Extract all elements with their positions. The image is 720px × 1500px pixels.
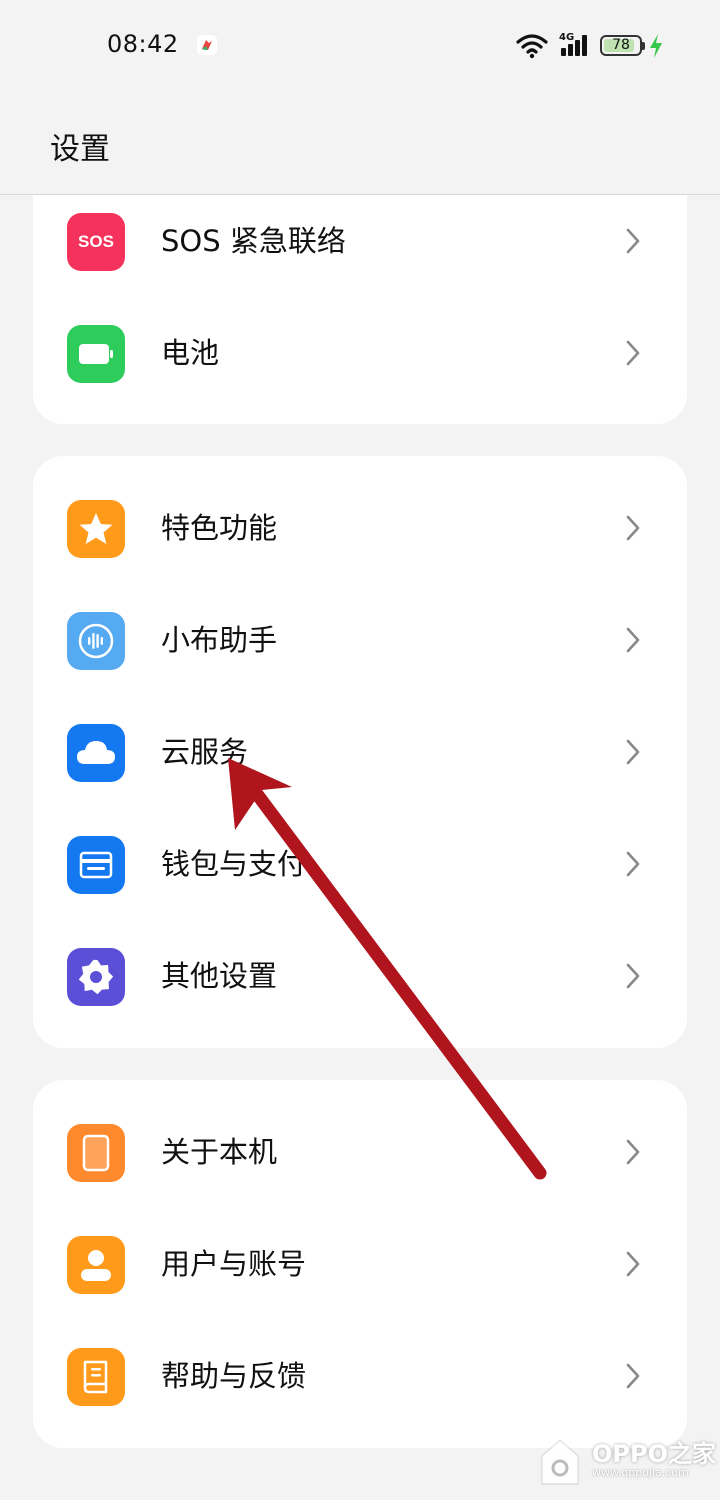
status-time: 08:42 <box>107 30 179 58</box>
chevron-right-icon <box>626 851 640 877</box>
settings-item-account[interactable]: 用户与账号 <box>33 1208 687 1320</box>
settings-item-label: 特色功能 <box>161 511 278 545</box>
battery-cap <box>642 42 645 50</box>
settings-item-label: 钱包与支付 <box>161 847 307 881</box>
settings-item-label: SOS 紧急联络 <box>161 224 346 258</box>
battery-indicator: 78 <box>600 35 642 56</box>
wallet-icon <box>67 836 125 894</box>
settings-item-battery[interactable]: 电池 <box>33 297 687 409</box>
chevron-right-icon <box>626 1363 640 1389</box>
phone-icon <box>67 1124 125 1182</box>
watermark-subtext: www.oppojia.com <box>592 1466 689 1479</box>
settings-item-other[interactable]: 其他设置 <box>33 920 687 1032</box>
page-title: 设置 <box>50 132 110 167</box>
settings-item-cloud[interactable]: 云服务 <box>33 696 687 808</box>
watermark-text: OPPO之家 <box>592 1440 716 1468</box>
settings-item-label: 小布助手 <box>161 623 278 657</box>
settings-item-label: 用户与账号 <box>161 1247 307 1281</box>
cellular-signal-icon: 4G <box>559 32 587 56</box>
chevron-right-icon <box>626 739 640 765</box>
settings-item-label: 其他设置 <box>161 959 278 993</box>
battery-icon <box>67 325 125 383</box>
user-icon <box>67 1236 125 1294</box>
star-icon <box>67 500 125 558</box>
wifi-icon <box>516 34 548 59</box>
settings-group-1: SOS SOS 紧急联络 电池 <box>33 195 687 424</box>
settings-item-about[interactable]: 关于本机 <box>33 1096 687 1208</box>
settings-group-2: 特色功能 小布助手 云服务 钱包与支付 其他设置 <box>33 456 687 1048</box>
gear-icon <box>67 948 125 1006</box>
network-type-label: 4G <box>559 32 574 43</box>
settings-item-assistant[interactable]: 小布助手 <box>33 584 687 696</box>
chevron-right-icon <box>626 627 640 653</box>
voice-assistant-icon <box>67 612 125 670</box>
settings-item-label: 电池 <box>161 336 220 370</box>
settings-item-label: 关于本机 <box>161 1135 278 1169</box>
settings-group-3: 关于本机 用户与账号 帮助与反馈 <box>33 1080 687 1448</box>
chevron-right-icon <box>626 228 640 254</box>
settings-item-label: 云服务 <box>161 735 249 769</box>
settings-item-label: 帮助与反馈 <box>161 1359 307 1393</box>
charging-bolt-icon <box>650 34 662 58</box>
page-header: 设置 <box>0 90 720 195</box>
chevron-right-icon <box>626 1251 640 1277</box>
app-notification-icon <box>197 35 217 55</box>
settings-item-help[interactable]: 帮助与反馈 <box>33 1320 687 1432</box>
battery-percent: 78 <box>612 37 630 53</box>
chevron-right-icon <box>626 963 640 989</box>
sos-icon: SOS <box>67 213 125 271</box>
help-book-icon <box>67 1348 125 1406</box>
chevron-right-icon <box>626 340 640 366</box>
chevron-right-icon <box>626 515 640 541</box>
settings-item-wallet[interactable]: 钱包与支付 <box>33 808 687 920</box>
chevron-right-icon <box>626 1139 640 1165</box>
settings-item-features[interactable]: 特色功能 <box>33 472 687 584</box>
cloud-icon <box>67 724 125 782</box>
status-bar: 08:42 4G 78 <box>0 0 720 90</box>
settings-item-sos[interactable]: SOS SOS 紧急联络 <box>33 195 687 297</box>
